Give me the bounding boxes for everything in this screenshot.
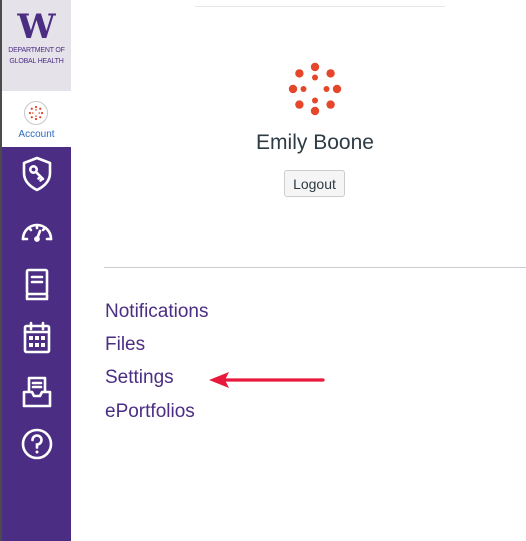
- section-divider: [104, 267, 526, 268]
- book-icon: [25, 268, 48, 301]
- logout-button[interactable]: Logout: [284, 170, 345, 197]
- calendar-icon: [23, 321, 50, 354]
- logo-department-line1: Department of: [8, 47, 65, 54]
- logo-department-line2: Global Health: [9, 58, 64, 65]
- nav-admin[interactable]: [2, 147, 71, 201]
- top-divider: [195, 6, 445, 7]
- nav-calendar[interactable]: [2, 311, 71, 365]
- nav-dashboard[interactable]: [2, 202, 71, 256]
- shield-icon: [22, 156, 51, 192]
- nav-courses[interactable]: [2, 258, 71, 312]
- nav-account[interactable]: Account: [2, 91, 71, 147]
- account-label: Account: [18, 129, 55, 140]
- inbox-icon: [22, 376, 51, 408]
- logo-letter: W: [17, 7, 56, 47]
- link-files[interactable]: Files: [105, 333, 145, 357]
- institution-logo[interactable]: W Department of Global Health: [2, 0, 71, 91]
- canvas-logo-icon: [288, 62, 342, 116]
- link-notifications[interactable]: Notifications: [105, 300, 209, 324]
- global-nav-sidebar: W Department of Global Health Account: [2, 0, 71, 541]
- account-avatar: [24, 101, 48, 125]
- nav-help[interactable]: [2, 417, 71, 471]
- profile-name: Emily Boone: [256, 131, 374, 154]
- dashboard-gauge-icon: [21, 223, 52, 242]
- canvas-logo-small-icon: [28, 105, 44, 121]
- app-frame: W Department of Global Health Account: [0, 0, 526, 541]
- help-icon: [21, 428, 52, 460]
- annotation-arrow-icon: [209, 372, 325, 388]
- nav-inbox[interactable]: [2, 365, 71, 419]
- link-eportfolios[interactable]: ePortfolios: [105, 400, 195, 424]
- link-settings[interactable]: Settings: [105, 366, 174, 390]
